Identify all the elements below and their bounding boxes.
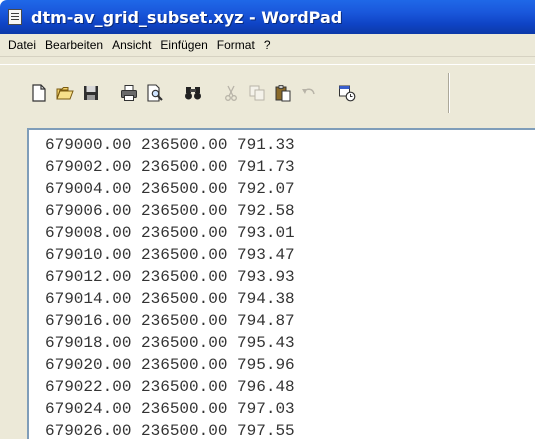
text-line[interactable]: 679006.00 236500.00 792.58 — [45, 200, 295, 222]
open-button[interactable] — [54, 82, 76, 104]
paste-button[interactable] — [272, 82, 294, 104]
menu-help[interactable]: ? — [260, 38, 275, 52]
text-line[interactable]: 679016.00 236500.00 794.87 — [45, 310, 295, 332]
menu-datei[interactable]: Datei — [4, 38, 40, 52]
toolbar — [0, 64, 535, 122]
wordpad-window: dtm-av_grid_subset.xyz - WordPad Datei B… — [0, 0, 535, 439]
text-line[interactable]: 679008.00 236500.00 793.01 — [45, 222, 295, 244]
print-preview-icon — [147, 84, 163, 102]
text-line[interactable]: 679022.00 236500.00 796.48 — [45, 376, 295, 398]
toolbar-end-separator — [448, 73, 449, 113]
menu-format[interactable]: Format — [213, 38, 259, 52]
document-area: 679000.00 236500.00 791.33 679002.00 236… — [0, 122, 535, 439]
copy-icon — [249, 85, 265, 101]
undo-icon — [302, 88, 315, 95]
date-time-icon — [339, 85, 356, 102]
open-folder-icon — [56, 87, 74, 100]
text-line[interactable]: 679000.00 236500.00 791.33 — [45, 134, 295, 156]
print-preview-button[interactable] — [144, 82, 166, 104]
left-margin-strip — [0, 122, 27, 439]
print-icon — [121, 85, 137, 101]
cut-scissors-icon — [225, 85, 237, 101]
text-line[interactable]: 679026.00 236500.00 797.55 — [45, 420, 295, 439]
print-button[interactable] — [118, 82, 140, 104]
menu-einfuegen[interactable]: Einfügen — [156, 38, 211, 52]
undo-button[interactable] — [298, 82, 320, 104]
title-bar[interactable]: dtm-av_grid_subset.xyz - WordPad — [0, 0, 535, 34]
text-line[interactable]: 679004.00 236500.00 792.07 — [45, 178, 295, 200]
cut-button[interactable] — [220, 82, 242, 104]
text-line[interactable]: 679014.00 236500.00 794.38 — [45, 288, 295, 310]
window-title: dtm-av_grid_subset.xyz - WordPad — [31, 7, 343, 27]
text-line[interactable]: 679010.00 236500.00 793.47 — [45, 244, 295, 266]
paste-icon — [275, 85, 291, 102]
menu-bearbeiten[interactable]: Bearbeiten — [41, 38, 107, 52]
text-line[interactable]: 679018.00 236500.00 795.43 — [45, 332, 295, 354]
save-button[interactable] — [80, 82, 102, 104]
menu-ansicht[interactable]: Ansicht — [108, 38, 155, 52]
find-binoculars-icon — [185, 87, 201, 100]
save-disk-icon — [84, 86, 98, 100]
text-line[interactable]: 679002.00 236500.00 791.73 — [45, 156, 295, 178]
date-time-button[interactable] — [336, 82, 358, 104]
new-document-button[interactable] — [28, 82, 50, 104]
menu-bar: Datei Bearbeiten Ansicht Einfügen Format… — [0, 34, 535, 56]
copy-button[interactable] — [246, 82, 268, 104]
wordpad-app-icon[interactable] — [8, 9, 22, 25]
new-document-icon — [32, 84, 46, 102]
document-text-area[interactable]: 679000.00 236500.00 791.33 679002.00 236… — [27, 128, 535, 439]
text-line[interactable]: 679012.00 236500.00 793.93 — [45, 266, 295, 288]
find-button[interactable] — [182, 82, 204, 104]
text-line[interactable]: 679024.00 236500.00 797.03 — [45, 398, 295, 420]
text-line[interactable]: 679020.00 236500.00 795.96 — [45, 354, 295, 376]
document-lines: 679000.00 236500.00 791.33 679002.00 236… — [45, 134, 295, 439]
menu-separator — [0, 56, 535, 64]
